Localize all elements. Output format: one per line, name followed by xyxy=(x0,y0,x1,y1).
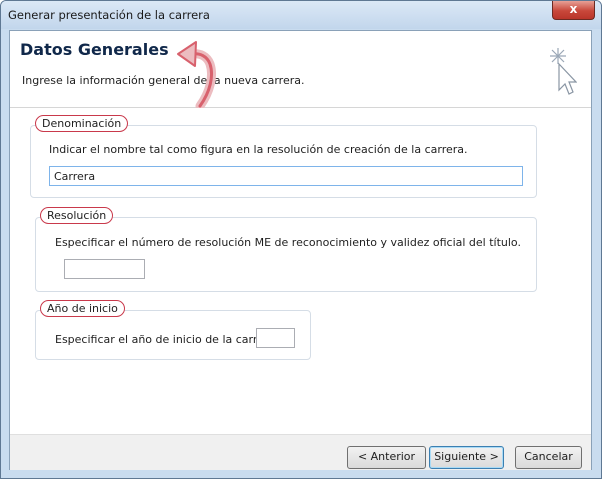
wizard-window: Generar presentación de la carrera x Dat… xyxy=(0,0,602,479)
resolucion-input[interactable] xyxy=(64,259,145,279)
resolucion-description: Especificar el número de resolución ME d… xyxy=(55,236,521,249)
annotation-arrow-icon xyxy=(177,41,217,108)
group-anio-inicio: Año de inicio Especificar el año de inic… xyxy=(35,300,311,360)
denominacion-input[interactable]: Carrera xyxy=(49,166,523,186)
legend-denominacion: Denominación xyxy=(35,115,129,132)
window-title: Generar presentación de la carrera xyxy=(8,8,210,22)
title-bar[interactable]: Generar presentación de la carrera x xyxy=(1,1,601,29)
legend-resolucion: Resolución xyxy=(40,207,114,224)
wizard-wand-icon xyxy=(550,48,577,95)
wizard-client-area: Datos Generales Ingrese la información g… xyxy=(9,30,592,470)
cancel-button[interactable]: Cancelar xyxy=(515,446,582,469)
anio-inicio-description: Especificar el año de inicio de la carre… xyxy=(55,333,279,346)
page-title: Datos Generales xyxy=(20,40,169,59)
legend-anio-inicio: Año de inicio xyxy=(40,300,125,317)
group-resolucion: Resolución Especificar el número de reso… xyxy=(35,207,537,292)
back-button[interactable]: < Anterior xyxy=(347,446,426,469)
group-denominacion: Denominación Indicar el nombre tal como … xyxy=(30,115,537,198)
page-subtitle: Ingrese la información general de la nue… xyxy=(22,74,305,87)
close-button[interactable]: x xyxy=(552,1,595,20)
anio-inicio-input[interactable] xyxy=(256,328,295,348)
denominacion-description: Indicar el nombre tal como figura en la … xyxy=(49,143,468,156)
wizard-footer: < Anterior Siguiente > Cancelar xyxy=(10,434,591,470)
wizard-header: Datos Generales Ingrese la información g… xyxy=(10,31,591,108)
close-icon: x xyxy=(569,2,578,16)
next-button[interactable]: Siguiente > xyxy=(429,446,504,469)
